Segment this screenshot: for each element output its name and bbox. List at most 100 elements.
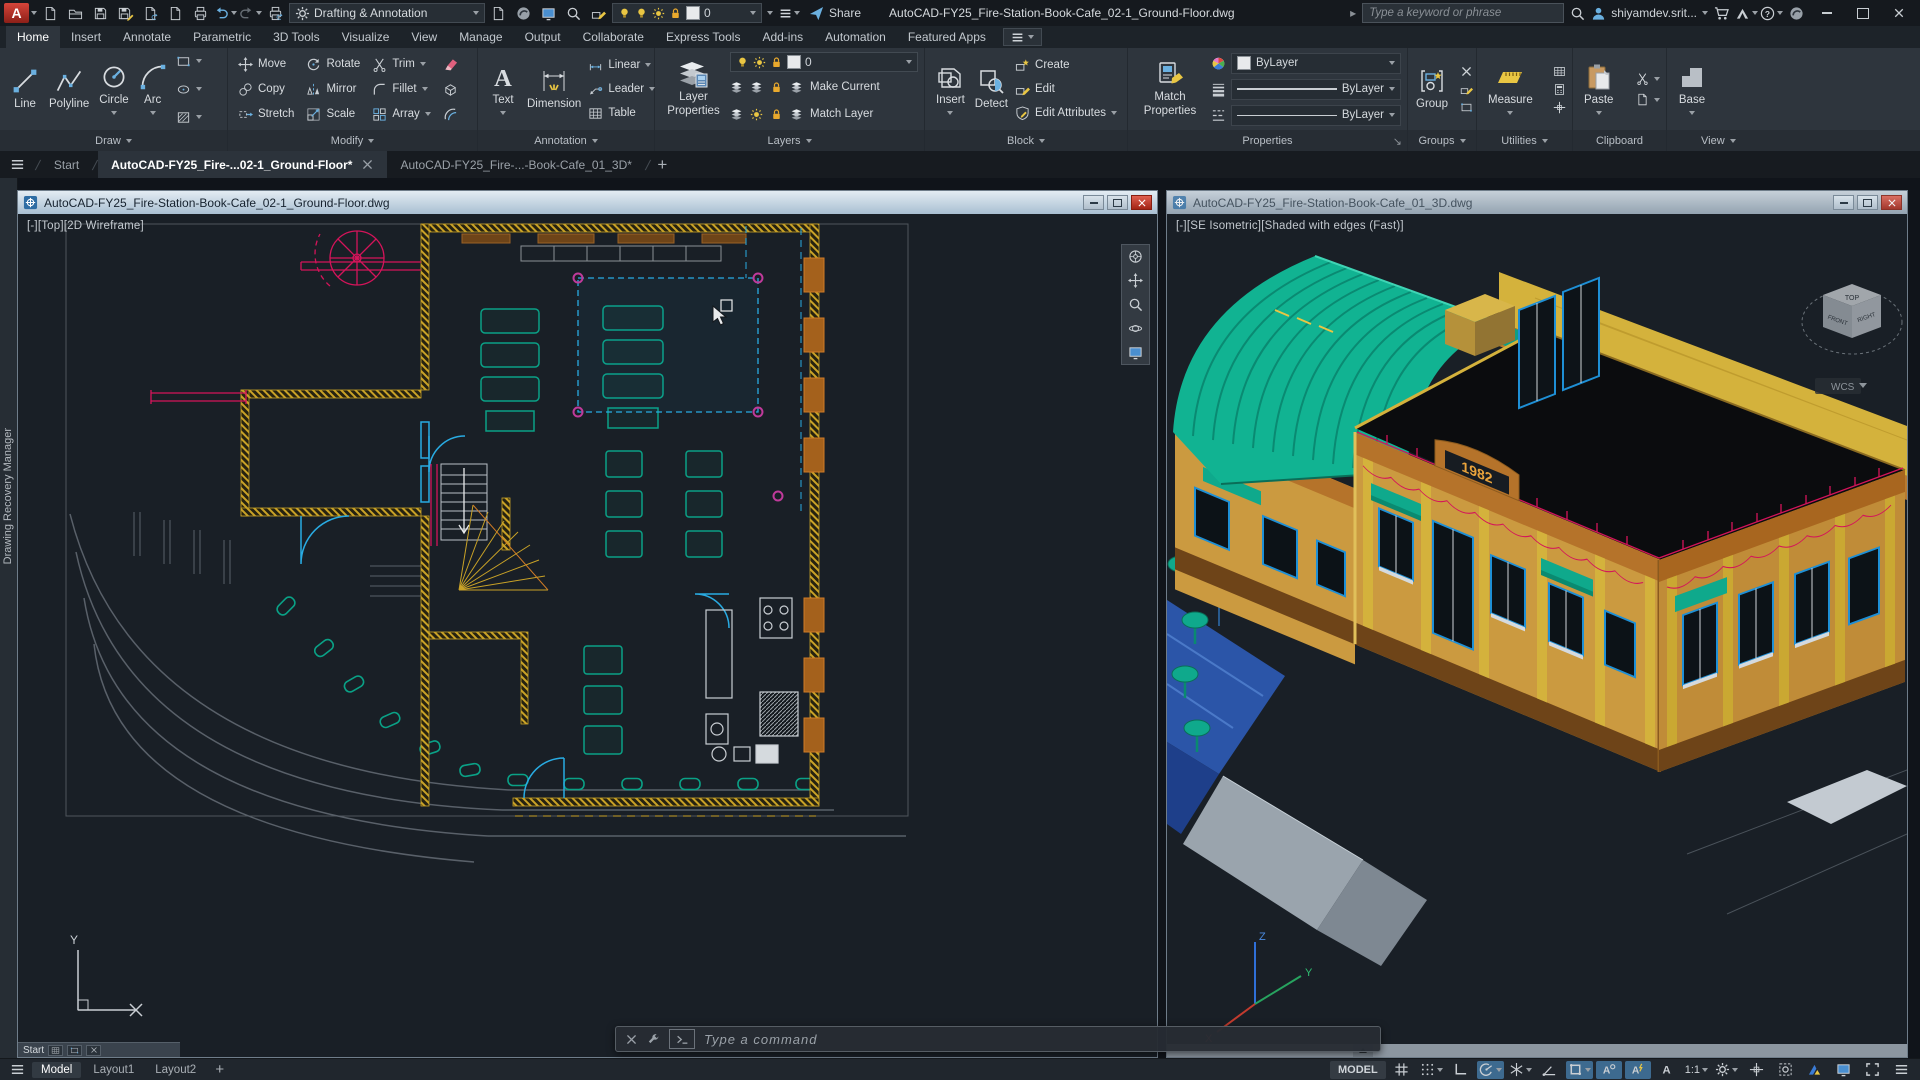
new-drawing-button[interactable] <box>39 2 62 24</box>
doc-tab-ground-floor[interactable]: AutoCAD-FY25_Fire-...02-1_Ground-Floor* <box>98 151 387 178</box>
right-win-close-button[interactable] <box>1881 195 1902 210</box>
account-button[interactable]: shiyamdev.srit... <box>1591 2 1708 24</box>
erase-button[interactable] <box>443 52 458 76</box>
grid-toggle[interactable] <box>1389 1061 1415 1079</box>
left-win-close-button[interactable] <box>1131 195 1152 210</box>
open-button[interactable] <box>64 2 87 24</box>
right-win-minimize-button[interactable] <box>1833 195 1854 210</box>
panel-label-draw[interactable]: Draw <box>0 130 227 151</box>
tab-parametric[interactable]: Parametric <box>182 26 262 48</box>
save-button[interactable] <box>89 2 112 24</box>
new-doc-tab-button[interactable]: + <box>651 154 674 176</box>
ellipse-button[interactable] <box>176 77 202 101</box>
offset-button[interactable] <box>443 102 458 126</box>
tab-visualize[interactable]: Visualize <box>331 26 401 48</box>
doc-tab-close-icon[interactable] <box>361 158 374 171</box>
copy-button[interactable]: Copy <box>238 77 294 101</box>
copy-clip-button[interactable] <box>1636 92 1660 108</box>
search-input[interactable] <box>1362 3 1564 23</box>
panel-label-clipboard[interactable]: Clipboard <box>1573 130 1666 151</box>
isodraft-caret-icon[interactable] <box>1526 1068 1532 1072</box>
polar-caret-icon[interactable] <box>1496 1068 1502 1072</box>
table-button[interactable]: Table <box>588 101 655 125</box>
search-expand-icon[interactable]: ▸ <box>1350 6 1356 20</box>
measure-button[interactable]: Measure <box>1483 49 1538 129</box>
drawing-window-3d[interactable]: AutoCAD-FY25_Fire-Station-Book-Cafe_01_3… <box>1166 190 1908 1058</box>
layer-unisolate-icon[interactable] <box>730 108 743 121</box>
tab-add-ins[interactable]: Add-ins <box>751 26 814 48</box>
isodraft-toggle[interactable] <box>1507 1061 1534 1079</box>
mini-model-icon[interactable] <box>48 1045 63 1056</box>
tab-output[interactable]: Output <box>514 26 572 48</box>
quick-calc-icon[interactable] <box>1553 83 1566 96</box>
tab-home[interactable]: Home <box>6 26 60 48</box>
scale-dropdown[interactable]: 1:1 <box>1683 1061 1710 1079</box>
edit-attributes-button[interactable]: Edit Attributes <box>1015 101 1117 125</box>
pan-icon[interactable] <box>1128 273 1143 288</box>
doc-tab-3d[interactable]: AutoCAD-FY25_Fire-...-Book-Cafe_01_3D* <box>387 151 644 178</box>
customization-button[interactable] <box>1888 1061 1914 1079</box>
panel-label-utilities[interactable]: Utilities <box>1477 130 1572 151</box>
clean-screen-monitor-button[interactable] <box>1830 1061 1856 1079</box>
app-menu-caret-icon[interactable] <box>31 11 37 15</box>
osnap-caret-icon[interactable] <box>1585 1068 1591 1072</box>
workspace-switching-button[interactable] <box>1713 1061 1740 1079</box>
layer-thaw-icon[interactable] <box>750 108 763 121</box>
mini-start-tab[interactable]: Start <box>23 1045 44 1056</box>
tab-automation[interactable]: Automation <box>814 26 897 48</box>
undo-button[interactable] <box>214 2 237 24</box>
tab-annotate[interactable]: Annotate <box>112 26 182 48</box>
snap-caret-icon[interactable] <box>1437 1068 1443 1072</box>
ungroup-icon[interactable] <box>1460 65 1473 78</box>
arc-button[interactable]: Arc <box>134 49 172 129</box>
right-win-restore-button[interactable] <box>1857 195 1878 210</box>
match-properties-button[interactable]: Match Properties <box>1134 49 1206 129</box>
drawing-recovery-panel[interactable]: Drawing Recovery Manager <box>0 178 18 1058</box>
panel-label-properties[interactable]: Properties↘ <box>1128 130 1407 151</box>
linear-dimension-button[interactable]: Linear <box>588 53 655 77</box>
app-store-button[interactable] <box>1710 2 1733 24</box>
move-button[interactable]: Move <box>238 52 294 76</box>
linetype-dropdown[interactable]: ByLayer <box>1231 105 1401 126</box>
circle-button[interactable]: Circle <box>94 49 133 129</box>
base-view-button[interactable]: Base <box>1673 49 1711 129</box>
workspace-dropdown[interactable]: Drafting & Annotation <box>289 3 485 23</box>
hatch-button[interactable] <box>176 105 202 129</box>
layer-iso-icon[interactable] <box>730 81 743 94</box>
export-button[interactable] <box>164 2 187 24</box>
showmotion-icon[interactable] <box>1128 345 1143 360</box>
ribbon-display-toggle[interactable] <box>1003 28 1042 46</box>
text-button[interactable]: Text <box>484 49 522 129</box>
application-menu-button[interactable]: A <box>4 3 29 23</box>
crosshair-units-button[interactable] <box>1743 1061 1769 1079</box>
object-snap-toggle[interactable] <box>1566 1061 1593 1079</box>
tab-express-tools[interactable]: Express Tools <box>655 26 751 48</box>
isolate-objects-button[interactable] <box>1772 1061 1798 1079</box>
trim-button[interactable]: Trim <box>372 52 430 76</box>
match-layer-button[interactable]: Match Layer <box>810 108 873 120</box>
tab-featured-apps[interactable]: Featured Apps <box>897 26 997 48</box>
tab-insert[interactable]: Insert <box>60 26 112 48</box>
maximize-button[interactable] <box>1846 1 1880 25</box>
stretch-button[interactable]: Stretch <box>238 102 294 126</box>
make-current-button[interactable]: Make Current <box>810 81 880 93</box>
right-viewport-canvas[interactable]: [-][SE Isometric][Shaded with edges (Fas… <box>1167 214 1907 1057</box>
object-color-dropdown[interactable]: ByLayer <box>1231 53 1401 74</box>
help-button[interactable] <box>1760 2 1783 24</box>
right-window-titlebar[interactable]: AutoCAD-FY25_Fire-Station-Book-Cafe_01_3… <box>1167 191 1907 214</box>
cut-button[interactable] <box>1636 71 1660 87</box>
tab-view[interactable]: View <box>400 26 448 48</box>
layout-viewports-button[interactable] <box>537 2 560 24</box>
quick-select-icon[interactable] <box>1553 65 1566 78</box>
fullscreen-button[interactable] <box>1859 1061 1885 1079</box>
right-viewport-controls[interactable]: [-][SE Isometric][Shaded with edges (Fas… <box>1176 220 1404 232</box>
command-close-icon[interactable] <box>625 1033 638 1046</box>
qat-menu-button[interactable] <box>778 2 801 24</box>
annotation-visibility-toggle[interactable] <box>1596 1061 1622 1079</box>
group-edit-icon[interactable] <box>1460 83 1473 96</box>
point-style-icon[interactable] <box>1553 101 1566 114</box>
mini-layout-icon[interactable] <box>67 1045 82 1056</box>
panel-label-layers[interactable]: Layers <box>655 130 924 151</box>
leader-button[interactable]: Leader <box>588 77 655 101</box>
fillet-button[interactable]: Fillet <box>372 77 430 101</box>
